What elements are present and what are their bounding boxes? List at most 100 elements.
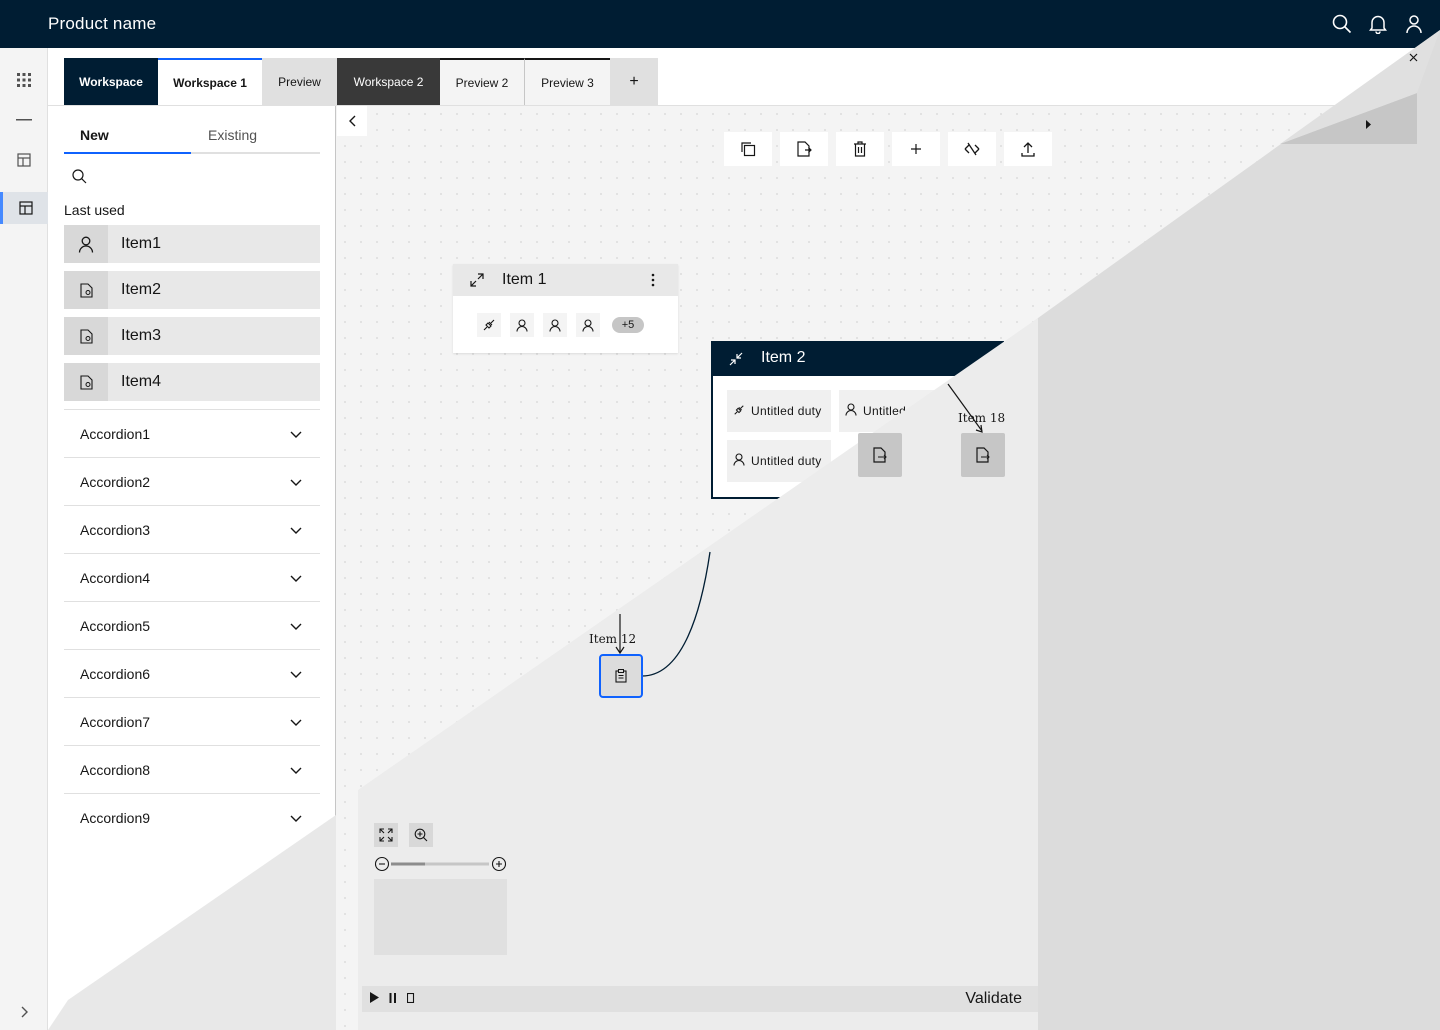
node-header: Item 1 [453, 264, 678, 296]
node-item-1[interactable]: Item 1 +5 [453, 264, 678, 353]
tab-preview[interactable]: Preview [262, 58, 337, 105]
document-export-icon [976, 447, 990, 463]
document-import-icon [797, 141, 812, 157]
accordion-7[interactable]: Accordion7 [64, 697, 320, 745]
user-icon[interactable] [510, 313, 534, 337]
add-button[interactable] [892, 132, 940, 166]
document-export-node[interactable] [961, 433, 1005, 477]
user-icon[interactable] [543, 313, 567, 337]
search-input[interactable] [64, 164, 320, 188]
tab-preview-3[interactable]: Preview 3 [525, 58, 610, 105]
caret-right-icon[interactable] [1365, 116, 1371, 134]
notification-icon[interactable] [1366, 12, 1390, 36]
validate-button[interactable]: Validate [965, 990, 1022, 1008]
playback-controls [370, 990, 415, 1008]
accordion-8[interactable]: Accordion8 [64, 745, 320, 793]
trash-icon [854, 141, 866, 157]
tab-workspace[interactable]: Workspace [64, 58, 158, 105]
tab-existing[interactable]: Existing [191, 118, 320, 154]
document-icon [64, 271, 108, 309]
stop-icon[interactable] [406, 990, 415, 1008]
tab-workspace-2[interactable]: Workspace 2 [337, 58, 440, 105]
import-button[interactable] [780, 132, 828, 166]
accordion-6[interactable]: Accordion6 [64, 649, 320, 697]
overflow-menu-icon[interactable] [651, 273, 655, 292]
accordion-3[interactable]: Accordion3 [64, 505, 320, 553]
close-icon[interactable] [1404, 48, 1422, 66]
collapse-canvas-button[interactable] [337, 106, 367, 136]
document-export-icon [873, 447, 887, 463]
expand-icon[interactable] [470, 273, 484, 292]
delete-button[interactable] [836, 132, 884, 166]
accordion-label: Accordion1 [80, 425, 151, 442]
duty-card[interactable]: Untitled [839, 390, 949, 432]
accordion-label: Accordion4 [80, 569, 151, 586]
add-icon [911, 144, 921, 154]
search-icon[interactable] [1330, 12, 1354, 36]
list-item[interactable]: Item3 [64, 317, 320, 355]
chevron-down-icon [290, 666, 302, 682]
user-icon[interactable] [576, 313, 600, 337]
list-item[interactable]: Item1 [64, 225, 320, 263]
collapse-icon[interactable] [729, 352, 743, 371]
chevron-right-icon[interactable] [0, 996, 48, 1028]
chevron-down-icon [290, 522, 302, 538]
template-active-icon[interactable] [0, 192, 48, 224]
accordion-label: Accordion3 [80, 521, 151, 538]
collapse-panel-icon[interactable] [326, 996, 336, 1015]
unlink-icon [964, 142, 980, 156]
pause-icon[interactable] [389, 990, 397, 1008]
chevron-down-icon [290, 810, 302, 826]
accordion-label: Accordion8 [80, 761, 151, 778]
item-label: Item2 [121, 281, 162, 298]
tab-workspace-1[interactable]: Workspace 1 [158, 58, 262, 105]
last-used-label: Last used [64, 202, 125, 218]
overflow-badge[interactable]: +5 [612, 317, 644, 333]
zoom-button[interactable] [409, 823, 433, 847]
accordion-9[interactable]: Accordion9 [64, 793, 320, 841]
minimap[interactable] [374, 879, 507, 955]
accordion-label: Accordion2 [80, 473, 151, 490]
zoom-slider[interactable] [374, 856, 508, 872]
duty-label: Untitled duty [751, 404, 822, 418]
document-icon [64, 363, 108, 401]
add-tab-button[interactable]: + [610, 58, 658, 105]
bottom-bar: Validate [362, 986, 1038, 1012]
item-label: Item1 [121, 235, 162, 252]
search-icon [72, 169, 87, 189]
fit-to-screen-button[interactable] [374, 823, 398, 847]
template-icon[interactable] [0, 144, 48, 176]
app-header: Product name [0, 0, 1440, 48]
chevron-left-icon [349, 115, 356, 127]
accordion-1[interactable]: Accordion1 [64, 409, 320, 457]
connection-icon[interactable] [477, 313, 501, 337]
component-panel: New Existing Last used Item1 Item2 Item3… [48, 106, 336, 1030]
duty-card[interactable]: Untitled duty [727, 440, 831, 482]
list-item[interactable]: Item4 [64, 363, 320, 401]
node-item-12[interactable] [599, 654, 643, 698]
tab-preview-2[interactable]: Preview 2 [440, 58, 525, 105]
user-icon [733, 453, 745, 469]
edge-label-item-18: Item 18 [958, 411, 1006, 425]
item-label: Item4 [121, 373, 162, 390]
accordion-4[interactable]: Accordion4 [64, 553, 320, 601]
duty-card[interactable]: Untitled duty [727, 390, 831, 432]
tab-new[interactable]: New [64, 118, 191, 154]
node-title: Item 1 [502, 271, 547, 288]
copy-button[interactable] [724, 132, 772, 166]
list-item[interactable]: Item2 [64, 271, 320, 309]
edge-label-item-12: Item 12 [589, 632, 637, 646]
divider-icon[interactable] [0, 104, 48, 136]
chevron-down-icon [290, 474, 302, 490]
accordion-5[interactable]: Accordion5 [64, 601, 320, 649]
zoom-in-icon [414, 828, 428, 842]
accordion-label: Accordion9 [80, 809, 151, 826]
upload-button[interactable] [1004, 132, 1052, 166]
user-icon[interactable] [1402, 12, 1426, 36]
accordion-2[interactable]: Accordion2 [64, 457, 320, 505]
document-export-node[interactable] [858, 433, 902, 477]
app-grid-icon[interactable] [0, 64, 48, 96]
unlink-button[interactable] [948, 132, 996, 166]
play-icon[interactable] [370, 990, 379, 1008]
chevron-down-icon [290, 618, 302, 634]
